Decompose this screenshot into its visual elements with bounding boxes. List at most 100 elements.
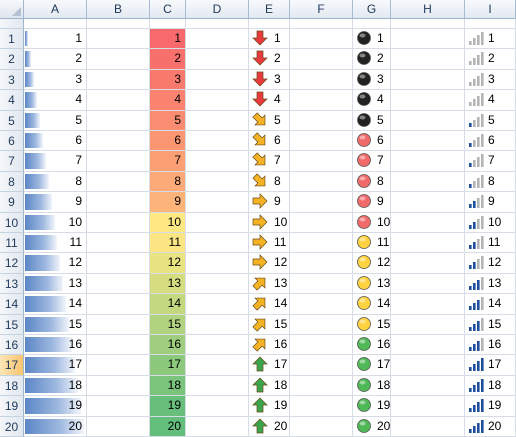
cell-h13[interactable] — [391, 273, 465, 295]
cell-a5[interactable]: 5 — [24, 110, 87, 131]
cell-b1[interactable] — [87, 29, 150, 50]
cell-h5[interactable] — [391, 110, 465, 131]
cell-b13[interactable] — [87, 273, 150, 295]
cell-e6[interactable]: 6 — [249, 131, 290, 152]
cell-g19[interactable]: 19 — [353, 396, 391, 417]
cell-d13[interactable] — [186, 273, 249, 295]
cell-g2[interactable]: 2 — [353, 49, 391, 70]
cell-i7[interactable]: 7 — [465, 151, 516, 172]
cell-e5[interactable]: 5 — [249, 110, 290, 131]
cell-a16[interactable]: 16 — [24, 335, 87, 356]
cell-c9[interactable]: 9 — [150, 192, 186, 213]
cell-c7[interactable]: 7 — [150, 151, 186, 172]
cell-g6[interactable]: 6 — [353, 131, 391, 152]
cell-f1[interactable] — [290, 29, 353, 50]
cell-h3[interactable] — [391, 69, 465, 91]
cell-i1[interactable]: 1 — [465, 29, 516, 50]
cell-c12[interactable]: 12 — [150, 253, 186, 274]
cell-b14[interactable] — [87, 294, 150, 315]
row-header[interactable]: 2 — [0, 49, 24, 70]
cell-i4[interactable]: 4 — [465, 90, 516, 111]
row-header[interactable]: 11 — [0, 233, 24, 254]
cell-i2[interactable]: 2 — [465, 49, 516, 70]
cell-g5[interactable]: 5 — [353, 110, 391, 131]
cell-b15[interactable] — [87, 314, 150, 335]
cell-b16[interactable] — [87, 335, 150, 356]
cell-h11[interactable] — [391, 233, 465, 254]
cell-f18[interactable] — [290, 375, 353, 397]
column-header-f[interactable]: F — [290, 0, 353, 19]
cell-a1[interactable]: 1 — [24, 29, 87, 50]
column-header-a[interactable]: A — [24, 0, 87, 19]
row-header[interactable]: 16 — [0, 335, 24, 356]
cell-d5[interactable] — [186, 110, 249, 131]
cell-f13[interactable] — [290, 273, 353, 295]
cell-f11[interactable] — [290, 233, 353, 254]
cell-h7[interactable] — [391, 151, 465, 172]
cell-f4[interactable] — [290, 90, 353, 111]
cell-d14[interactable] — [186, 294, 249, 315]
cell-b3[interactable] — [87, 69, 150, 91]
cell-i17[interactable]: 17 — [465, 355, 516, 376]
row-header[interactable]: 13 — [0, 273, 24, 295]
cell-d18[interactable] — [186, 375, 249, 397]
cell-a10[interactable]: 10 — [24, 212, 87, 233]
cell-i18[interactable]: 18 — [465, 375, 516, 397]
cell-b9[interactable] — [87, 192, 150, 213]
cell-f15[interactable] — [290, 314, 353, 335]
cell-g17[interactable]: 17 — [353, 355, 391, 376]
row-header[interactable]: 10 — [0, 212, 24, 233]
cell-b4[interactable] — [87, 90, 150, 111]
cell-a4[interactable]: 4 — [24, 90, 87, 111]
cell-f17[interactable] — [290, 355, 353, 376]
cell-c15[interactable]: 15 — [150, 314, 186, 335]
cell-d11[interactable] — [186, 233, 249, 254]
cell-h19[interactable] — [391, 396, 465, 417]
cell-i3[interactable]: 3 — [465, 69, 516, 91]
cell-g18[interactable]: 18 — [353, 375, 391, 397]
cell-c6[interactable]: 6 — [150, 131, 186, 152]
cell-i15[interactable]: 15 — [465, 314, 516, 335]
cell-g1[interactable]: 1 — [353, 29, 391, 50]
cell-h17[interactable] — [391, 355, 465, 376]
row-header[interactable]: 14 — [0, 294, 24, 315]
row-header[interactable]: 19 — [0, 396, 24, 417]
row-header[interactable]: 7 — [0, 151, 24, 172]
cell-d7[interactable] — [186, 151, 249, 172]
cell-f14[interactable] — [290, 294, 353, 315]
cell-e1[interactable]: 1 — [249, 29, 290, 50]
cell-a15[interactable]: 15 — [24, 314, 87, 335]
column-header-e[interactable]: E — [249, 0, 290, 19]
cell-c18[interactable]: 18 — [150, 375, 186, 397]
cell-c17[interactable]: 17 — [150, 355, 186, 376]
cell-f19[interactable] — [290, 396, 353, 417]
cell-h10[interactable] — [391, 212, 465, 233]
cell-a19[interactable]: 19 — [24, 396, 87, 417]
cell-d15[interactable] — [186, 314, 249, 335]
row-header[interactable]: 3 — [0, 69, 24, 91]
column-header-b[interactable]: B — [87, 0, 150, 19]
cell-g8[interactable]: 8 — [353, 171, 391, 193]
row-header[interactable]: 17 — [0, 355, 24, 376]
cell-g16[interactable]: 16 — [353, 335, 391, 356]
cell-a18[interactable]: 18 — [24, 375, 87, 397]
cell-g10[interactable]: 10 — [353, 212, 391, 233]
cell-e14[interactable]: 14 — [249, 294, 290, 315]
cell-c5[interactable]: 5 — [150, 110, 186, 131]
cell-e2[interactable]: 2 — [249, 49, 290, 70]
cell-a3[interactable]: 3 — [24, 69, 87, 91]
cell-h14[interactable] — [391, 294, 465, 315]
cell-a17[interactable]: 17 — [24, 355, 87, 376]
cell-i6[interactable]: 6 — [465, 131, 516, 152]
cell-b17[interactable] — [87, 355, 150, 376]
row-header[interactable]: 9 — [0, 192, 24, 213]
cell-b10[interactable] — [87, 212, 150, 233]
cell-b19[interactable] — [87, 396, 150, 417]
cell-b7[interactable] — [87, 151, 150, 172]
cell-f16[interactable] — [290, 335, 353, 356]
row-header[interactable]: 8 — [0, 171, 24, 193]
cell-d17[interactable] — [186, 355, 249, 376]
cell-a2[interactable]: 2 — [24, 49, 87, 70]
cell-i16[interactable]: 16 — [465, 335, 516, 356]
cell-i12[interactable]: 12 — [465, 253, 516, 274]
